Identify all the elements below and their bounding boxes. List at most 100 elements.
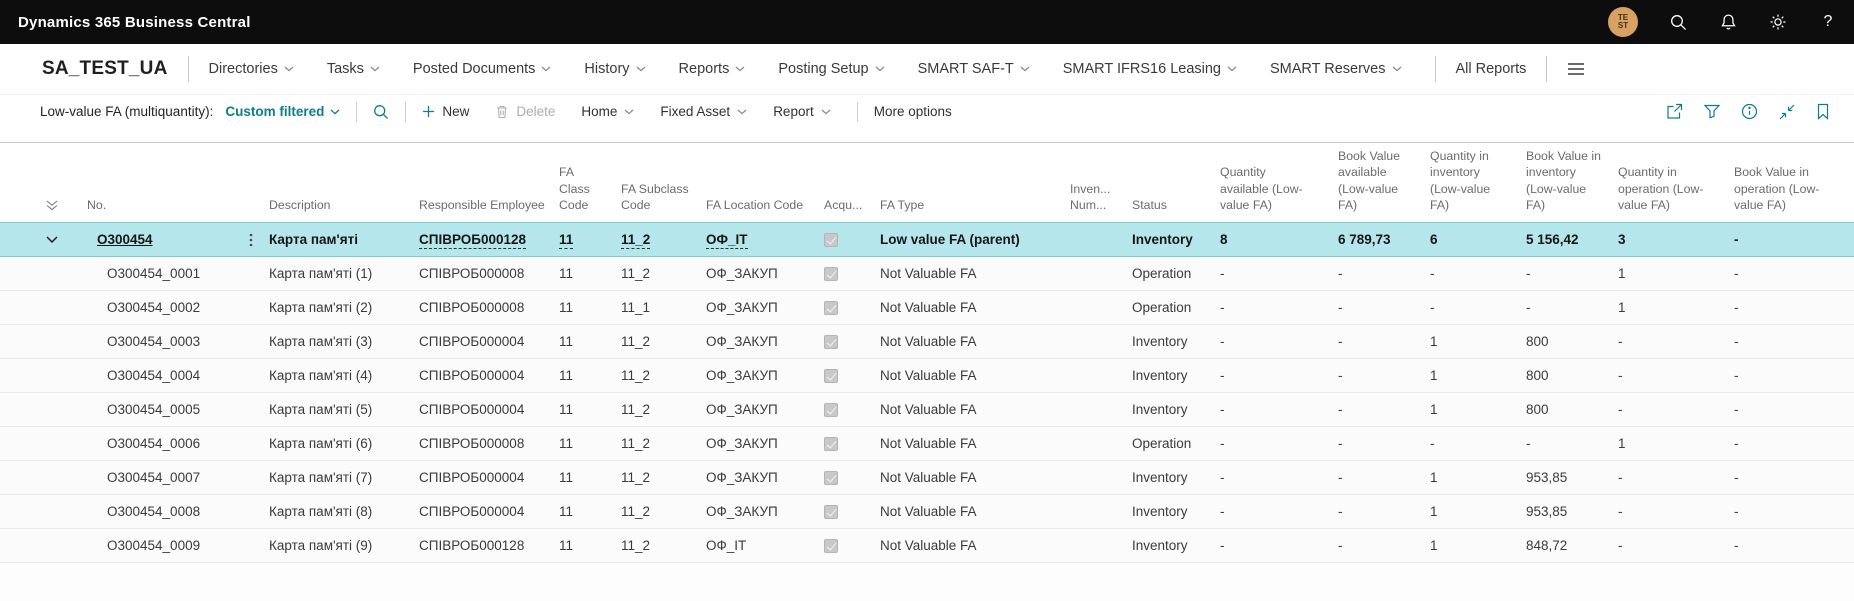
cell-acquired-checkbox[interactable] xyxy=(820,461,876,495)
cell-qty-in-inventory[interactable]: 6 xyxy=(1426,223,1522,257)
cell-fa-location-code[interactable]: ОФ_ЗАКУП xyxy=(702,291,820,325)
column-header-qty-operation[interactable]: Quantity in operation (Low- value FA) xyxy=(1614,143,1730,223)
cell-book-value-in-inventory[interactable]: 953,85 xyxy=(1522,461,1614,495)
cell-book-value-available[interactable]: - xyxy=(1334,291,1426,325)
cell-no[interactable]: O300454_0004 xyxy=(75,359,265,393)
cell-no[interactable]: O300454_0006 xyxy=(75,427,265,461)
cell-qty-in-inventory[interactable]: 1 xyxy=(1426,393,1522,427)
nav-item-posting-setup[interactable]: Posting Setup xyxy=(778,61,884,77)
notifications-bell-icon[interactable] xyxy=(1718,12,1738,32)
column-header-status[interactable]: Status xyxy=(1128,143,1216,223)
column-header-fa-location[interactable]: FA Location Code xyxy=(702,143,820,223)
cell-qty-in-operation[interactable]: - xyxy=(1614,393,1730,427)
cell-inventory-number[interactable] xyxy=(1066,223,1128,257)
cell-row-selector[interactable] xyxy=(0,223,75,257)
column-header-bv-operation[interactable]: Book Value in operation (Low- value FA) xyxy=(1730,143,1854,223)
cell-fa-subclass-code[interactable]: 11_2 xyxy=(617,257,702,291)
cell-row-selector[interactable] xyxy=(0,325,75,359)
menu-fixed-asset[interactable]: Fixed Asset xyxy=(660,104,747,119)
cell-responsible-employee[interactable]: СПІВРОБ000004 xyxy=(415,461,555,495)
cell-responsible-employee[interactable]: СПІВРОБ000128 xyxy=(415,529,555,563)
cell-status[interactable]: Inventory xyxy=(1128,325,1216,359)
cell-fa-location-code[interactable]: ОФ_ЗАКУП xyxy=(702,359,820,393)
delete-button[interactable]: Delete xyxy=(495,104,555,119)
cell-fa-class-code[interactable]: 11 xyxy=(555,257,617,291)
cell-responsible-employee[interactable]: СПІВРОБ000004 xyxy=(415,393,555,427)
no-link[interactable]: O300454_0008 xyxy=(107,504,200,519)
cell-fa-subclass-code[interactable]: 11_2 xyxy=(617,529,702,563)
cell-row-selector[interactable] xyxy=(0,393,75,427)
cell-description[interactable]: Карта пам'яті (5) xyxy=(265,393,415,427)
cell-inventory-number[interactable] xyxy=(1066,359,1128,393)
drilldown-value[interactable]: 11_2 xyxy=(621,232,650,249)
cell-book-value-in-operation[interactable]: - xyxy=(1730,223,1854,257)
cell-qty-available[interactable]: - xyxy=(1216,325,1334,359)
cell-fa-location-code[interactable]: ОФ_ЗАКУП xyxy=(702,495,820,529)
cell-qty-in-operation[interactable]: 1 xyxy=(1614,257,1730,291)
cell-fa-location-code[interactable]: ОФ_ЗАКУП xyxy=(702,257,820,291)
cell-fa-class-code[interactable]: 11 xyxy=(555,529,617,563)
cell-fa-class-code[interactable]: 11 xyxy=(555,223,617,257)
cell-book-value-in-inventory[interactable]: 5 156,42 xyxy=(1522,223,1614,257)
cell-fa-class-code[interactable]: 11 xyxy=(555,461,617,495)
cell-book-value-in-operation[interactable]: - xyxy=(1730,325,1854,359)
settings-gear-icon[interactable] xyxy=(1768,12,1788,32)
cell-fa-subclass-code[interactable]: 11_2 xyxy=(617,461,702,495)
search-icon[interactable] xyxy=(1668,12,1688,32)
cell-no[interactable]: O300454_0007 xyxy=(75,461,265,495)
cell-description[interactable]: Карта пам'яті (9) xyxy=(265,529,415,563)
cell-row-selector[interactable] xyxy=(0,427,75,461)
cell-acquired-checkbox[interactable] xyxy=(820,529,876,563)
column-header-inven-num[interactable]: Inven... Num... xyxy=(1066,143,1128,223)
table-row[interactable]: O300454_0006Карта пам'яті (6)СПІВРОБ0000… xyxy=(0,427,1854,461)
filter-status-dropdown[interactable]: Custom filtered xyxy=(225,104,340,119)
cell-book-value-available[interactable]: 6 789,73 xyxy=(1334,223,1426,257)
cell-status[interactable]: Inventory xyxy=(1128,495,1216,529)
cell-qty-in-operation[interactable]: - xyxy=(1614,325,1730,359)
cell-fa-type[interactable]: Not Valuable FA xyxy=(876,291,1066,325)
cell-inventory-number[interactable] xyxy=(1066,257,1128,291)
company-badge[interactable]: SA_TEST_UA xyxy=(42,58,168,80)
no-link[interactable]: O300454_0007 xyxy=(107,470,200,485)
cell-book-value-in-inventory[interactable]: 953,85 xyxy=(1522,495,1614,529)
acquired-checkbox[interactable] xyxy=(824,539,838,553)
info-icon[interactable] xyxy=(1741,103,1758,120)
hamburger-menu-icon[interactable] xyxy=(1567,62,1585,76)
table-row[interactable]: O300454_0002Карта пам'яті (2)СПІВРОБ0000… xyxy=(0,291,1854,325)
cell-status[interactable]: Operation xyxy=(1128,257,1216,291)
cell-inventory-number[interactable] xyxy=(1066,529,1128,563)
cell-description[interactable]: Карта пам'яті (7) xyxy=(265,461,415,495)
acquired-checkbox[interactable] xyxy=(824,437,838,451)
cell-status[interactable]: Inventory xyxy=(1128,359,1216,393)
cell-responsible-employee[interactable]: СПІВРОБ000008 xyxy=(415,257,555,291)
app-title[interactable]: Dynamics 365 Business Central xyxy=(18,14,251,31)
column-header-responsible[interactable]: Responsible Employee xyxy=(415,143,555,223)
cell-inventory-number[interactable] xyxy=(1066,495,1128,529)
cell-inventory-number[interactable] xyxy=(1066,291,1128,325)
acquired-checkbox[interactable] xyxy=(824,335,838,349)
list-search-icon[interactable] xyxy=(373,104,389,120)
cell-row-selector[interactable] xyxy=(0,495,75,529)
cell-no[interactable]: O300454_0005 xyxy=(75,393,265,427)
collapse-icon[interactable] xyxy=(1779,104,1795,120)
no-link[interactable]: O300454_0001 xyxy=(107,266,200,281)
cell-fa-type[interactable]: Not Valuable FA xyxy=(876,325,1066,359)
cell-fa-subclass-code[interactable]: 11_2 xyxy=(617,359,702,393)
cell-qty-available[interactable]: - xyxy=(1216,461,1334,495)
nav-item-smart-reserves[interactable]: SMART Reserves xyxy=(1270,61,1402,77)
cell-fa-subclass-code[interactable]: 11_2 xyxy=(617,325,702,359)
drilldown-value[interactable]: СПІВРОБ000128 xyxy=(419,232,526,249)
acquired-checkbox[interactable] xyxy=(824,301,838,315)
cell-row-selector[interactable] xyxy=(0,257,75,291)
cell-qty-in-inventory[interactable]: 1 xyxy=(1426,461,1522,495)
cell-book-value-available[interactable]: - xyxy=(1334,427,1426,461)
cell-responsible-employee[interactable]: СПІВРОБ000004 xyxy=(415,495,555,529)
table-row[interactable]: O300454_0004Карта пам'яті (4)СПІВРОБ0000… xyxy=(0,359,1854,393)
cell-qty-available[interactable]: - xyxy=(1216,393,1334,427)
cell-description[interactable]: Карта пам'яті (8) xyxy=(265,495,415,529)
column-header-fa-subclass[interactable]: FA Subclass Code xyxy=(617,143,702,223)
cell-row-selector[interactable] xyxy=(0,291,75,325)
cell-description[interactable]: Карта пам'яті (1) xyxy=(265,257,415,291)
table-row[interactable]: O300454_0008 Карта пам'яті (8)СПІВРОБ0000… xyxy=(0,495,1854,529)
column-header-description[interactable]: Description xyxy=(265,143,415,223)
